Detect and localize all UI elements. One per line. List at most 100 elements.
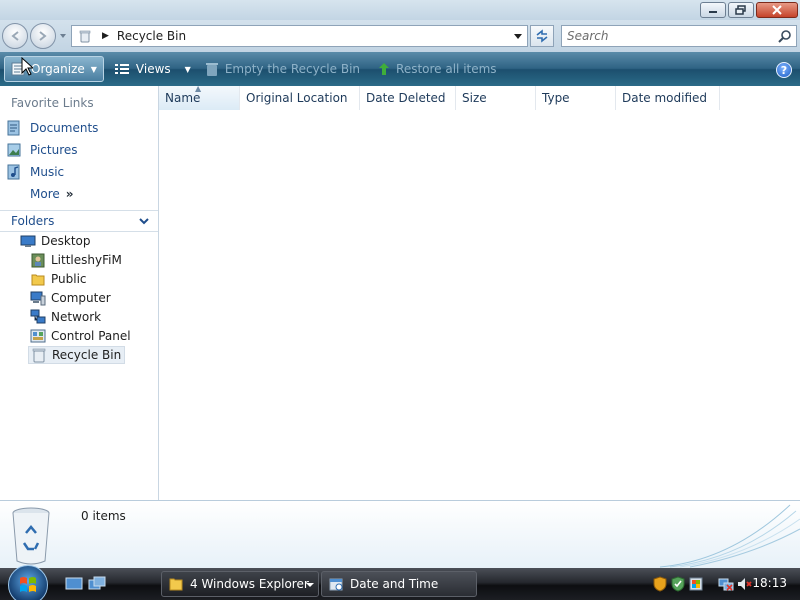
taskbar-button-date-and-time[interactable]: Date and Time	[321, 571, 477, 597]
windows-logo-icon	[20, 577, 36, 592]
close-icon	[772, 5, 782, 15]
folders-header[interactable]: Folders	[0, 210, 158, 232]
tree-item-control-panel[interactable]: Control Panel	[30, 327, 131, 345]
windows-defender-icon[interactable]	[670, 576, 686, 592]
taskbar-button-label: Date and Time	[350, 577, 439, 591]
taskbar-button-label: 4 Windows Explorer	[190, 577, 309, 591]
command-bar: Organize ▼ Views ▼ Empty the Recycle Bin…	[0, 52, 800, 86]
minimize-button[interactable]	[700, 2, 726, 18]
views-icon	[114, 62, 130, 76]
chevron-down-icon	[139, 218, 149, 225]
column-header-name[interactable]: ▲ Name	[159, 84, 240, 110]
favorite-link-music[interactable]: Music	[6, 162, 64, 182]
column-header-row: ▲ Name Original Location Date Deleted Si…	[159, 84, 720, 110]
file-list[interactable]: ▲ Name Original Location Date Deleted Si…	[159, 84, 800, 500]
tree-item-label: Control Panel	[51, 329, 131, 343]
chevron-down-icon	[306, 583, 314, 587]
favorite-link-label: Music	[30, 165, 65, 179]
favorite-links-more[interactable]: More »	[30, 184, 74, 204]
organize-label: Organize	[31, 62, 85, 76]
taskbar-button-windows-explorer[interactable]: 4 Windows Explorer	[161, 571, 319, 597]
network-status-icon[interactable]	[718, 576, 734, 592]
empty-recycle-bin-button[interactable]: Empty the Recycle Bin	[199, 56, 366, 82]
forward-button[interactable]	[30, 23, 56, 49]
system-clock[interactable]: 18:13	[752, 576, 787, 590]
back-button[interactable]	[2, 23, 28, 49]
address-bar[interactable]: ▶ Recycle Bin	[71, 25, 528, 47]
windows-sidebar-icon[interactable]	[688, 576, 704, 592]
column-header-date-deleted[interactable]: Date Deleted	[360, 86, 456, 110]
window-controls	[700, 2, 798, 18]
column-header-size[interactable]: Size	[456, 86, 536, 110]
navigation-pane: Favorite Links Documents Pictures Music …	[0, 86, 159, 500]
security-shield-icon[interactable]	[652, 576, 668, 592]
music-icon	[7, 164, 20, 180]
recycle-bin-icon	[32, 348, 46, 363]
recycle-bin-large-icon	[12, 507, 50, 565]
taskbar: 4 Windows Explorer Date and Time 18:13	[0, 565, 800, 600]
views-button[interactable]: Views ▼	[108, 56, 197, 82]
search-icon[interactable]	[778, 29, 792, 43]
tree-item-public[interactable]: Public	[30, 270, 87, 288]
help-icon[interactable]: ?	[776, 62, 792, 78]
switch-windows-icon[interactable]	[88, 576, 106, 592]
column-header-original-location[interactable]: Original Location	[240, 86, 360, 110]
column-header-type[interactable]: Type	[536, 86, 616, 110]
recycle-bin-icon	[79, 30, 91, 43]
search-input[interactable]	[562, 26, 762, 46]
refresh-button[interactable]	[530, 25, 554, 47]
chevron-down-icon: ▼	[90, 64, 97, 74]
show-desktop-icon[interactable]	[65, 576, 83, 592]
close-button[interactable]	[756, 2, 798, 18]
tree-item-label: Public	[51, 272, 87, 286]
column-header-label: Name	[165, 91, 201, 105]
search-box[interactable]	[561, 25, 797, 47]
control-panel-icon	[30, 329, 46, 343]
column-header-label: Type	[542, 91, 570, 105]
column-header-label: Date modified	[622, 91, 708, 105]
more-label: More	[30, 187, 60, 201]
restore-icon	[735, 5, 746, 15]
network-icon	[30, 309, 46, 324]
title-bar	[0, 0, 800, 20]
tree-item-desktop[interactable]: Desktop	[20, 232, 91, 250]
tree-item-network[interactable]: Network	[30, 308, 101, 326]
tree-item-label: Network	[51, 310, 102, 324]
recycle-bin-icon	[205, 61, 219, 77]
views-label: Views	[135, 62, 171, 76]
details-pane: 0 items	[0, 500, 800, 568]
column-header-label: Date Deleted	[366, 91, 446, 105]
documents-icon	[7, 120, 20, 136]
favorite-link-documents[interactable]: Documents	[6, 118, 98, 138]
start-button[interactable]	[8, 565, 48, 600]
organize-button[interactable]: Organize ▼	[4, 56, 104, 82]
breadcrumb-arrow-icon[interactable]: ▶	[102, 31, 109, 41]
restore-all-items-label: Restore all items	[396, 62, 497, 76]
folder-icon	[169, 578, 183, 591]
folders-heading: Folders	[11, 214, 55, 228]
column-header-date-modified[interactable]: Date modified	[616, 86, 720, 110]
recent-pages-dropdown-icon[interactable]	[58, 31, 68, 41]
restore-all-items-button[interactable]: Restore all items	[372, 56, 503, 82]
address-row: ▶ Recycle Bin	[0, 20, 800, 52]
refresh-icon	[536, 29, 548, 43]
tree-item-computer[interactable]: Computer	[30, 289, 111, 307]
item-count: 0 items	[81, 509, 126, 523]
computer-icon	[30, 291, 46, 306]
pictures-icon	[7, 143, 21, 157]
volume-muted-icon[interactable]	[736, 576, 752, 592]
favorite-link-pictures[interactable]: Pictures	[6, 140, 78, 160]
column-header-label: Size	[462, 91, 487, 105]
tree-item-littleshyfim[interactable]: LittleshyFiM	[30, 251, 122, 269]
sort-ascending-icon: ▲	[195, 84, 202, 93]
tree-item-label: LittleshyFiM	[51, 253, 122, 267]
back-arrow-icon	[11, 31, 19, 41]
decorative-swirl-graphic	[660, 504, 800, 568]
maximize-button[interactable]	[728, 2, 754, 18]
favorite-link-label: Pictures	[30, 143, 78, 157]
tree-item-recycle-bin[interactable]: Recycle Bin	[28, 346, 126, 364]
address-dropdown-icon[interactable]	[513, 31, 523, 41]
restore-arrow-icon	[378, 62, 390, 76]
chevron-down-icon: ▼	[184, 64, 191, 74]
breadcrumb-location[interactable]: Recycle Bin	[117, 29, 186, 43]
